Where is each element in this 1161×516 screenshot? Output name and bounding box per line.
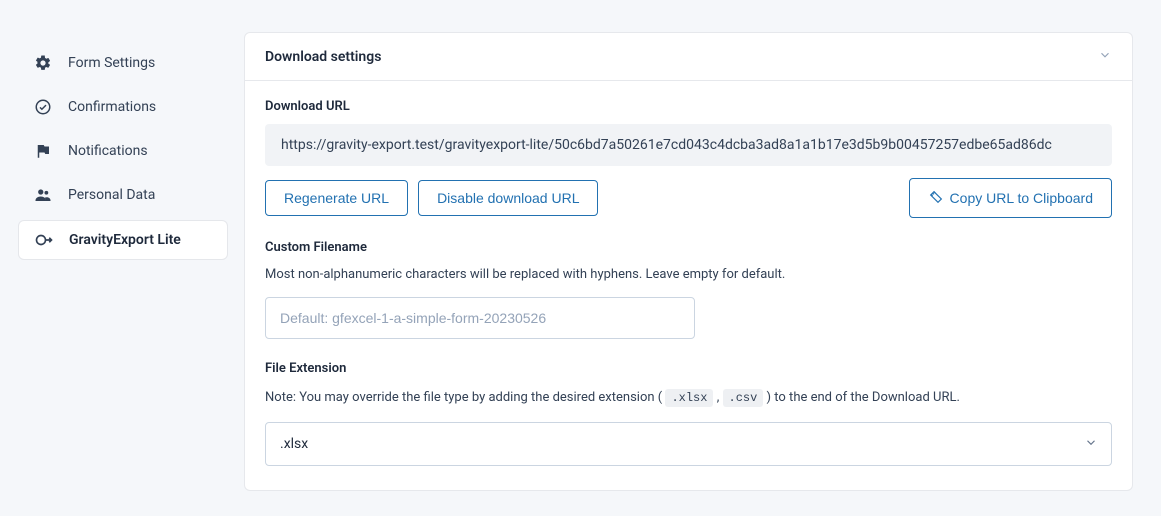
custom-filename-label: Custom Filename [265, 240, 1112, 255]
sidebar-item-label: Confirmations [68, 99, 156, 115]
gear-icon [34, 54, 52, 72]
panel-body: Download URL https://gravity-export.test… [245, 81, 1132, 490]
people-icon [34, 186, 52, 204]
sidebar-item-label: GravityExport Lite [69, 232, 181, 248]
check-circle-icon [34, 98, 52, 116]
sidebar-item-confirmations[interactable]: Confirmations [18, 88, 228, 126]
file-extension-note: Note: You may override the file type by … [265, 386, 1112, 411]
sidebar-item-gravityexport-lite[interactable]: GravityExport Lite [18, 220, 228, 260]
copy-url-button[interactable]: Copy URL to Clipboard [909, 178, 1112, 218]
file-extension-select[interactable]: .xlsx [265, 422, 1112, 466]
code-xlsx: .xlsx [665, 389, 713, 407]
sidebar-item-label: Notifications [68, 143, 148, 159]
sidebar-item-notifications[interactable]: Notifications [18, 132, 228, 170]
sidebar-item-form-settings[interactable]: Form Settings [18, 44, 228, 82]
chevron-down-icon [1098, 47, 1112, 66]
custom-filename-help: Most non-alphanumeric characters will be… [265, 265, 1112, 285]
disable-url-button[interactable]: Disable download URL [418, 180, 598, 216]
regenerate-url-button[interactable]: Regenerate URL [265, 180, 408, 216]
flag-icon [34, 142, 52, 160]
url-actions-row: Regenerate URL Disable download URL Copy… [265, 178, 1112, 218]
file-extension-select-wrap: .xlsx [265, 422, 1112, 466]
sidebar: Form Settings Confirmations Notification… [18, 32, 228, 491]
ticket-icon [928, 189, 944, 207]
sidebar-item-personal-data[interactable]: Personal Data [18, 176, 228, 214]
custom-filename-input[interactable] [265, 297, 695, 339]
panel-title: Download settings [265, 49, 381, 65]
copy-url-label: Copy URL to Clipboard [950, 191, 1093, 205]
file-extension-label: File Extension [265, 361, 1112, 376]
sidebar-item-label: Personal Data [68, 187, 155, 203]
export-icon [35, 231, 53, 249]
download-url-value[interactable]: https://gravity-export.test/gravityexpor… [265, 124, 1112, 166]
settings-panel: Download settings Download URL https://g… [244, 32, 1133, 491]
sidebar-item-label: Form Settings [68, 55, 155, 71]
panel-header[interactable]: Download settings [245, 33, 1132, 81]
download-url-label: Download URL [265, 99, 1112, 114]
code-csv: .csv [723, 389, 764, 407]
